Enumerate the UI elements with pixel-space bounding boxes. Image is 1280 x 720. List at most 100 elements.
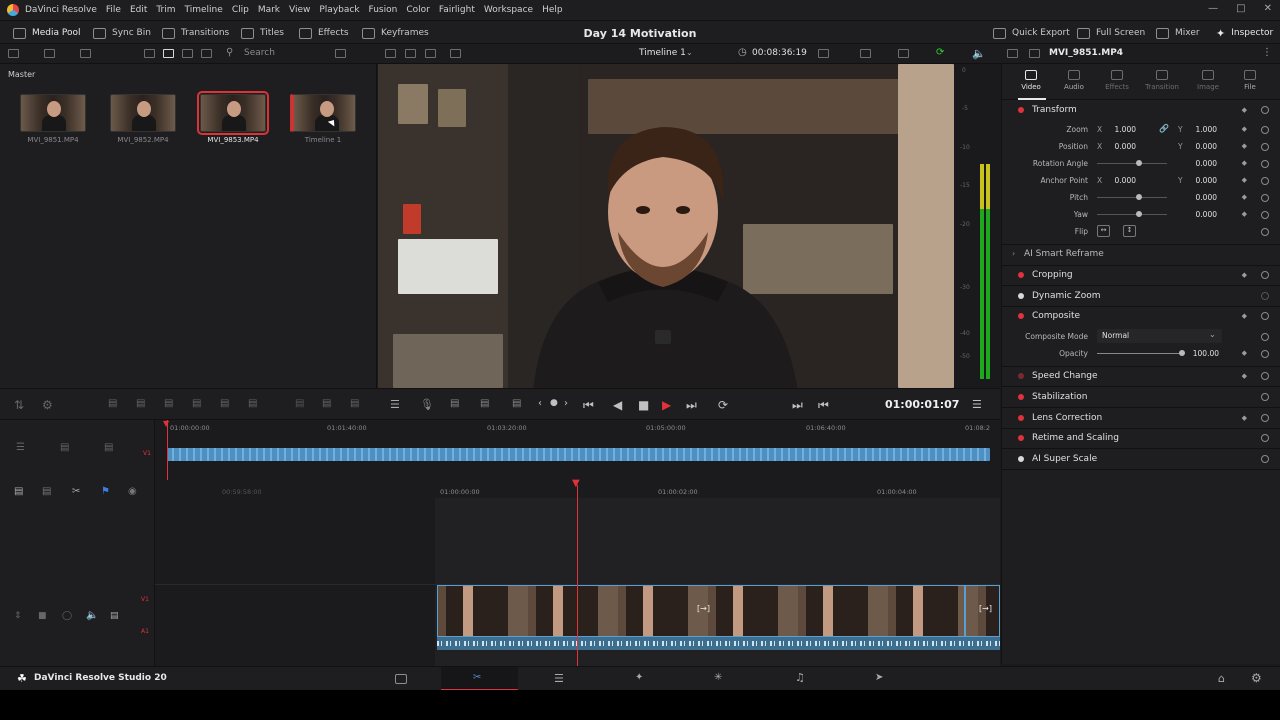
section-retime-scaling[interactable]: Retime and Scaling <box>1002 428 1280 448</box>
mini-playhead[interactable] <box>167 420 168 480</box>
speaker-icon[interactable]: 🔈 <box>972 47 986 60</box>
menu-fairlight[interactable]: Fairlight <box>439 5 475 15</box>
list-view-icon[interactable] <box>144 49 155 58</box>
enable-dot[interactable] <box>1018 373 1024 379</box>
video-viewer[interactable] <box>378 64 954 388</box>
loop-icon[interactable]: ⟳ <box>718 398 728 412</box>
zoom-x-field[interactable]: 1.000 <box>1102 125 1136 134</box>
zoom-y-field[interactable]: 1.000 <box>1183 125 1217 134</box>
tab-audio[interactable]: Audio <box>1057 70 1091 91</box>
reset-icon[interactable] <box>1261 434 1269 442</box>
trim-icon[interactable]: ▤ <box>42 486 51 497</box>
maximize-icon[interactable]: □ <box>1236 3 1245 14</box>
next-marker-icon[interactable]: › <box>564 398 568 409</box>
reset-icon[interactable] <box>1261 292 1269 300</box>
anchor-x-field[interactable]: 0.000 <box>1102 176 1136 185</box>
reset-icon[interactable] <box>1261 126 1269 134</box>
slider-knob[interactable] <box>1136 194 1142 200</box>
sync-icon[interactable]: ⟳ <box>936 47 944 58</box>
enable-dot[interactable] <box>1018 415 1024 421</box>
reset-icon[interactable] <box>1261 160 1269 168</box>
reset-icon[interactable] <box>1261 414 1269 422</box>
stop-icon[interactable]: ■ <box>638 398 649 412</box>
titles-button[interactable]: Titles <box>241 21 284 45</box>
audio-clip[interactable] <box>437 637 1000 650</box>
place-on-top-icon[interactable]: ▤ <box>192 398 201 409</box>
reset-icon[interactable] <box>1261 106 1269 114</box>
close-icon[interactable]: ✕ <box>1264 3 1272 14</box>
flip-vertical-icon[interactable]: ↕ <box>1123 225 1136 237</box>
deliver-page-icon[interactable]: ➤ <box>875 672 883 683</box>
metadata-view-icon[interactable] <box>182 49 193 58</box>
keyframe-diamond-icon[interactable]: ◆ <box>1242 271 1247 279</box>
menu-playback[interactable]: Playback <box>319 5 359 15</box>
keyframe-diamond-icon[interactable]: ◆ <box>1242 106 1247 114</box>
reset-icon[interactable] <box>1261 350 1269 358</box>
rotation-field[interactable]: 0.000 <box>1183 159 1217 168</box>
source-overwrite-icon[interactable]: ▤ <box>322 398 331 409</box>
reset-icon[interactable] <box>1261 455 1269 463</box>
keyframe-diamond-icon[interactable]: ◆ <box>1242 176 1247 184</box>
menu-trim[interactable]: Trim <box>156 5 175 15</box>
tab-effects[interactable]: Effects <box>1100 70 1134 91</box>
trim-handle-icon[interactable]: [→] <box>979 604 992 613</box>
match-frame-icon[interactable]: ▤ <box>512 398 521 409</box>
chevron-down-icon[interactable]: ⌄ <box>686 48 693 57</box>
composite-mode-select[interactable]: Normal <box>1097 329 1222 343</box>
search-input[interactable]: Search <box>244 48 324 58</box>
section-transform[interactable]: Transform ◆ <box>1002 100 1280 120</box>
play-icon[interactable]: ▶ <box>662 398 671 412</box>
section-ai-super-scale[interactable]: AI Super Scale <box>1002 449 1280 469</box>
prev-marker-icon[interactable]: ‹ <box>538 398 542 409</box>
flag-icon[interactable]: ⚑ <box>101 486 110 497</box>
prev-edit-icon[interactable]: ⏮ <box>818 398 829 413</box>
tab-file[interactable]: File <box>1233 70 1267 91</box>
marker-dot-icon[interactable]: ● <box>550 398 558 408</box>
microphone-icon[interactable]: 🎙 <box>420 398 434 411</box>
ripple-overwrite-icon[interactable]: ▤ <box>248 398 257 409</box>
append-icon[interactable]: ▤ <box>220 398 229 409</box>
section-ai-smart-reframe[interactable]: › AI Smart Reframe <box>1002 244 1280 264</box>
menu-color[interactable]: Color <box>406 5 430 15</box>
trim-handle-icon[interactable]: [→] <box>697 604 710 613</box>
yaw-field[interactable]: 0.000 <box>1183 210 1217 219</box>
timeline-playhead[interactable] <box>577 485 578 666</box>
keyframe-diamond-icon[interactable]: ◆ <box>1242 312 1247 320</box>
more-options-icon[interactable]: ⋮ <box>1262 47 1272 58</box>
clip-mvi-9851[interactable]: MVI_9851.MP4 <box>20 94 86 144</box>
enable-dot[interactable] <box>1018 293 1024 299</box>
color-page-icon[interactable]: ✳ <box>714 672 722 683</box>
timeline-view-options-icon[interactable]: ▤ <box>14 486 23 497</box>
opacity-slider[interactable] <box>1097 353 1182 354</box>
section-dynamic-zoom[interactable]: Dynamic Zoom <box>1002 286 1280 306</box>
zoom-icon[interactable]: ▤ <box>60 442 69 453</box>
playhead-marker-icon[interactable]: ▼ <box>163 419 169 428</box>
track-monitor-icon[interactable]: ▤ <box>110 611 119 621</box>
keyframe-diamond-icon[interactable]: ◆ <box>1242 372 1247 380</box>
bin-name[interactable]: Master <box>8 70 35 79</box>
enable-dot[interactable] <box>1018 107 1024 113</box>
main-timeline[interactable]: ▤ ▤ ✂ ⚑ ◉ ⇕ ■ ◯ 🔈 ▤ V1 A1 00:59:58:00 01… <box>0 478 1000 666</box>
full-screen-button[interactable]: Full Screen <box>1077 21 1145 45</box>
reset-icon[interactable] <box>1261 228 1269 236</box>
mini-timeline-clip-strip[interactable] <box>167 448 990 461</box>
fairlight-page-icon[interactable]: ♫ <box>795 671 805 684</box>
next-edit-icon[interactable]: ⏭ <box>792 398 803 413</box>
timeline-selector[interactable]: Timeline 1 <box>639 48 686 58</box>
menu-clip[interactable]: Clip <box>232 5 249 15</box>
tab-video[interactable]: Video <box>1014 70 1048 91</box>
video-clip[interactable] <box>437 585 1000 637</box>
replace-clip-icon[interactable]: ▤ <box>164 398 173 409</box>
enable-dot[interactable] <box>1018 394 1024 400</box>
keyframe-diamond-icon[interactable]: ◆ <box>1242 193 1247 201</box>
sort-order-icon[interactable] <box>335 49 346 58</box>
reset-icon[interactable] <box>1261 333 1269 341</box>
pitch-slider[interactable] <box>1097 197 1167 198</box>
section-speed-change[interactable]: Speed Change ◆ <box>1002 366 1280 386</box>
menu-edit[interactable]: Edit <box>130 5 147 15</box>
reset-icon[interactable] <box>1261 372 1269 380</box>
speaker-icon[interactable]: 🔈 <box>86 610 98 621</box>
mixer-button[interactable]: Mixer <box>1156 21 1200 45</box>
minimize-icon[interactable]: — <box>1208 3 1218 14</box>
dual-viewer-icon[interactable] <box>450 49 461 58</box>
